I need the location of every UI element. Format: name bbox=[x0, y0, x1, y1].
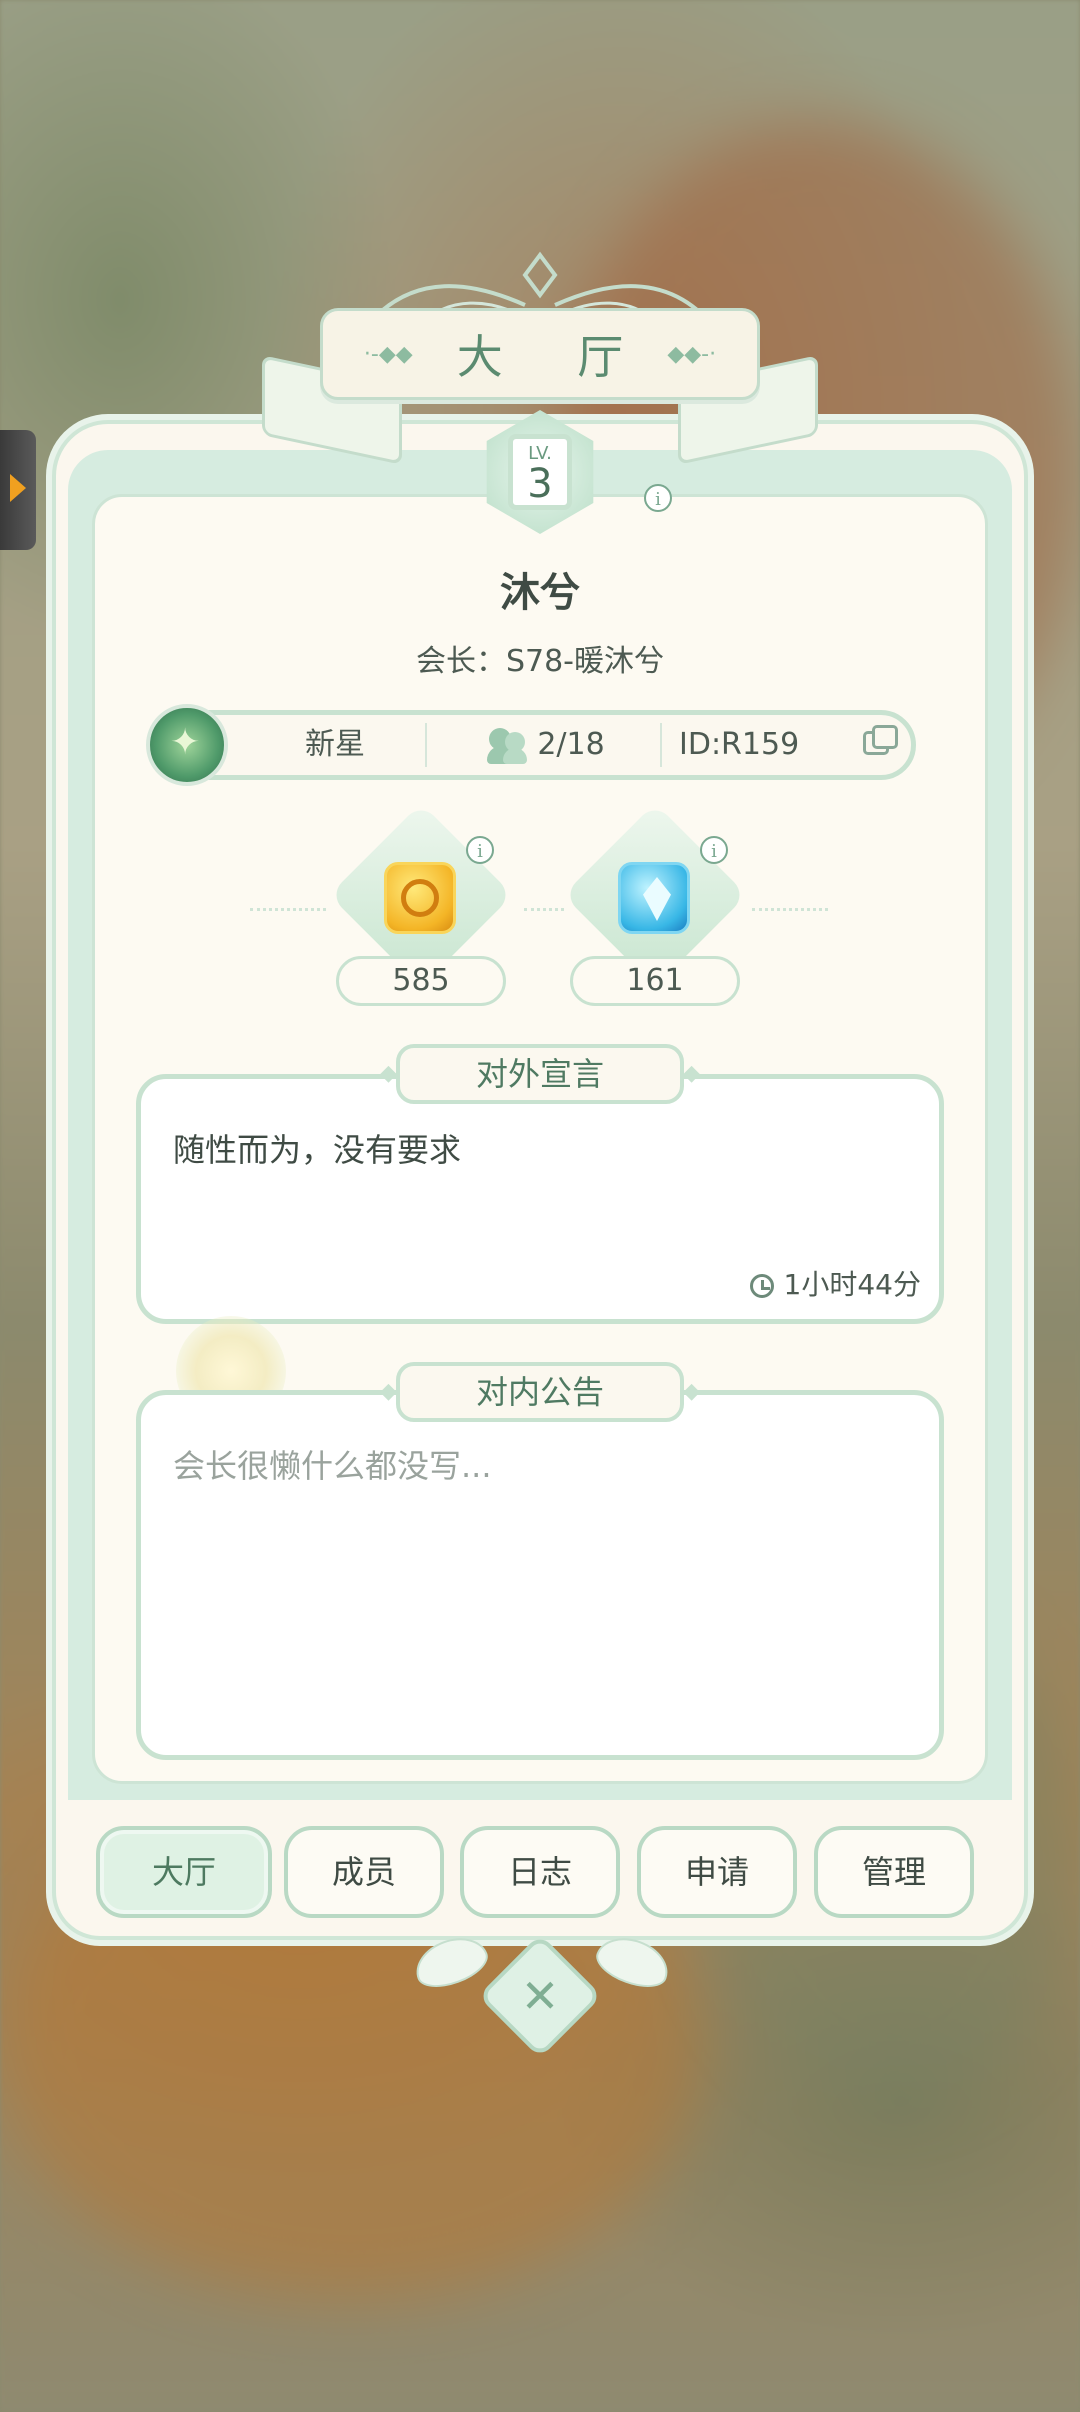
tab-logs[interactable]: 日志 bbox=[460, 1826, 620, 1918]
tab-manage[interactable]: 管理 bbox=[814, 1826, 974, 1918]
gem-info-icon[interactable]: i bbox=[700, 836, 728, 864]
tab-members[interactable]: 成员 bbox=[284, 1826, 444, 1918]
header-ribbon: ·-◆◆ 大 厅 ◆◆-· bbox=[320, 308, 760, 400]
member-count: 2/18 bbox=[431, 715, 661, 775]
copy-id-icon[interactable] bbox=[863, 725, 898, 755]
star-icon: ✦ bbox=[170, 722, 201, 763]
guild-leader: 会长：S78-暖沐兮 bbox=[415, 644, 665, 679]
guild-id: ID:R159 bbox=[679, 727, 800, 762]
close-icon[interactable]: ✕ bbox=[510, 1966, 570, 2026]
gold-info-icon[interactable]: i bbox=[466, 836, 494, 864]
guild-emblem: ✦ bbox=[146, 704, 228, 786]
side-expand-tab[interactable] bbox=[0, 430, 36, 550]
notice-placeholder: 会长很懒什么都没写... bbox=[173, 1447, 492, 1485]
chevron-right-icon bbox=[10, 474, 26, 502]
guild-info-bar: 新星 2/18 ID:R159 bbox=[170, 710, 916, 780]
divider bbox=[250, 908, 326, 914]
declaration-text: 随性而为，没有要求 bbox=[173, 1131, 462, 1169]
ribbon-right-deco-icon: ◆◆-· bbox=[667, 341, 717, 367]
notice-title: 对内公告 bbox=[380, 1362, 700, 1422]
members-icon bbox=[487, 727, 528, 764]
notice-box[interactable]: 会长很懒什么都没写... bbox=[136, 1390, 944, 1760]
declaration-time: 1小时44分 bbox=[749, 1263, 921, 1303]
level-info-icon[interactable]: i bbox=[644, 484, 672, 512]
clock-icon bbox=[749, 1274, 774, 1298]
guild-rank: 新星 bbox=[305, 727, 365, 762]
tab-hall[interactable]: 大厅 bbox=[96, 1826, 272, 1918]
level-value: 3 bbox=[527, 461, 553, 507]
declaration-box[interactable]: 随性而为，没有要求 1小时44分 bbox=[136, 1074, 944, 1324]
guild-level-badge: LV. 3 bbox=[478, 410, 602, 534]
resource-value: 585 bbox=[336, 956, 506, 1006]
declaration-title: 对外宣言 bbox=[380, 1044, 700, 1104]
divider bbox=[524, 908, 564, 914]
bottom-tab-bar: 大厅 成员 日志 申请 管理 bbox=[96, 1826, 976, 1918]
blue-gem-icon bbox=[618, 862, 690, 934]
page-title: 大 厅 bbox=[456, 330, 654, 384]
declaration-time-value: 1小时44分 bbox=[783, 1268, 921, 1301]
gold-key-icon bbox=[384, 862, 456, 934]
divider bbox=[752, 908, 828, 914]
member-count-value: 2/18 bbox=[537, 727, 605, 762]
resource-value: 161 bbox=[570, 956, 740, 1006]
tab-applications[interactable]: 申请 bbox=[637, 1826, 797, 1918]
ribbon-left-deco-icon: ·-◆◆ bbox=[363, 341, 413, 367]
guild-name: 沐兮 bbox=[500, 570, 580, 616]
